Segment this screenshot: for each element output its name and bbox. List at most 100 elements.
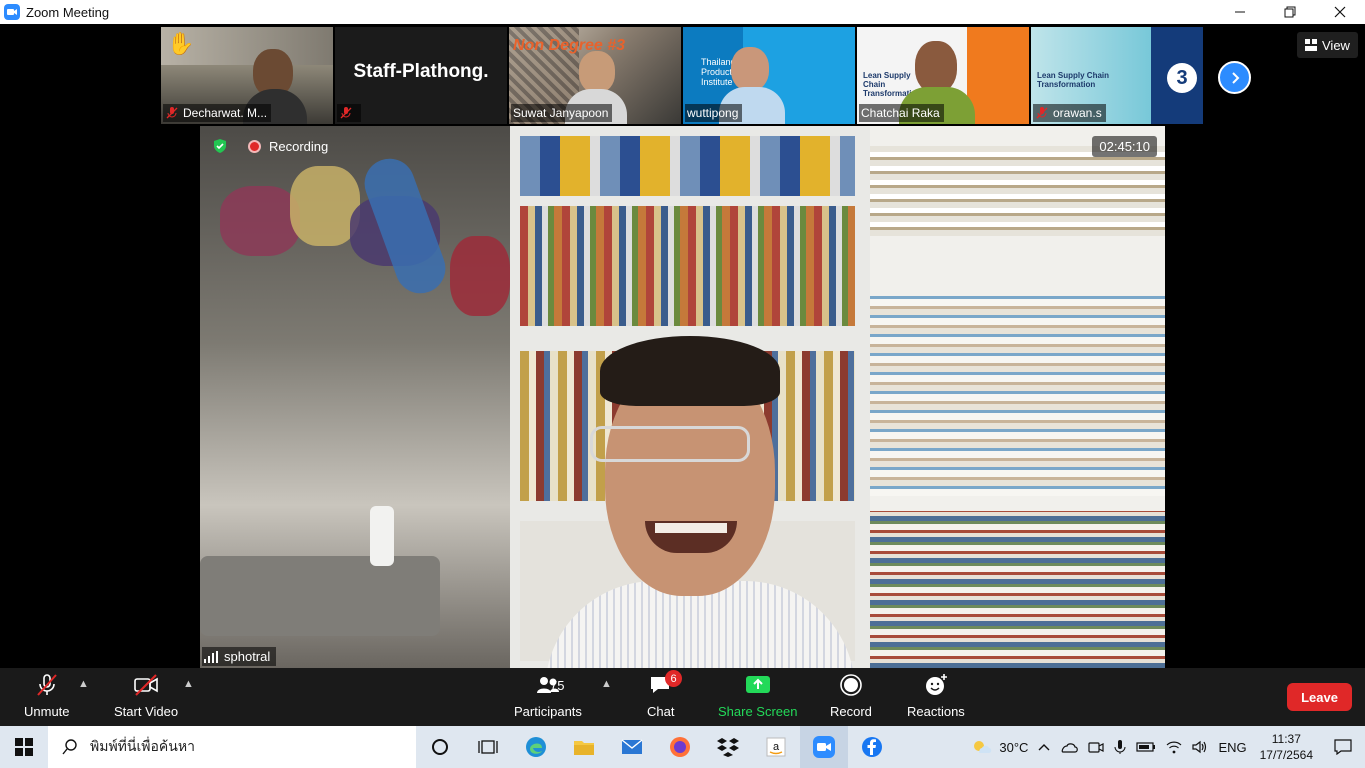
- participant-tile[interactable]: Staff-Plathong.: [335, 27, 507, 124]
- raised-hand-icon: ✋: [167, 31, 195, 56]
- shield-check-icon[interactable]: [212, 138, 228, 154]
- unmute-label: Unmute: [24, 704, 70, 719]
- speaker-volume-icon: [1192, 740, 1207, 754]
- camera-icon: [1088, 742, 1105, 753]
- svg-text:a: a: [773, 741, 780, 753]
- volume-tray[interactable]: [1187, 726, 1213, 768]
- taskbar-search-box[interactable]: พิมพ์ที่นี่เพื่อค้นหา: [48, 726, 416, 768]
- next-page-button[interactable]: [1218, 61, 1251, 94]
- close-button[interactable]: [1315, 0, 1365, 24]
- gallery-strip: ✋ Decharwat. M... Staff-Plathong. Non De…: [161, 27, 1204, 124]
- taskbar-dropbox[interactable]: [704, 726, 752, 768]
- participants-button[interactable]: 75 Participants: [514, 672, 582, 719]
- muted-mic-icon: [340, 107, 352, 119]
- meeting-timer: 02:45:10: [1092, 136, 1157, 157]
- minimize-button[interactable]: [1215, 0, 1265, 24]
- wifi-icon: [1167, 741, 1182, 754]
- battery-tray[interactable]: [1131, 726, 1161, 768]
- taskbar-facebook[interactable]: [848, 726, 896, 768]
- firefox-icon: [670, 737, 690, 757]
- clock-date: 17/7/2564: [1259, 748, 1313, 762]
- active-speaker-video[interactable]: Recording 02:45:10 sphotral: [200, 126, 1165, 668]
- search-icon: [62, 739, 77, 755]
- unmute-button[interactable]: Unmute: [24, 672, 70, 719]
- chevron-right-icon: [1231, 71, 1239, 84]
- search-placeholder: พิมพ์ที่นี่เพื่อค้นหา: [90, 738, 195, 754]
- participant-tile[interactable]: Lean Supply Chain Transformation Chatcha…: [857, 27, 1029, 124]
- weather-temperature: 30°C: [999, 739, 1029, 755]
- leave-button[interactable]: Leave: [1287, 683, 1352, 711]
- muted-mic-icon: [166, 107, 178, 119]
- taskbar-firefox[interactable]: [656, 726, 704, 768]
- taskbar-mail[interactable]: [608, 726, 656, 768]
- participant-name: orawan.s: [1053, 106, 1102, 120]
- weather-sun-cloud-icon: [974, 741, 992, 753]
- restore-button[interactable]: [1265, 0, 1315, 24]
- notification-icon: [1334, 739, 1352, 755]
- taskbar-amazon[interactable]: a: [752, 726, 800, 768]
- participant-display-name: Staff-Plathong.: [353, 61, 489, 82]
- slide-text: Lean Supply Chain Transformation: [1037, 71, 1110, 89]
- amazon-icon: a: [766, 737, 786, 757]
- action-center-button[interactable]: [1321, 726, 1365, 768]
- view-label: View: [1322, 37, 1350, 53]
- zoom-icon: [813, 736, 835, 758]
- participants-options-caret-icon[interactable]: ▲: [601, 678, 612, 690]
- taskbar-zoom[interactable]: [800, 726, 848, 768]
- taskbar-clock[interactable]: 11:37 17/7/2564: [1252, 731, 1321, 763]
- meet-now-tray[interactable]: [1083, 726, 1109, 768]
- wifi-tray[interactable]: [1161, 726, 1187, 768]
- taskbar-edge[interactable]: [512, 726, 560, 768]
- onedrive-tray[interactable]: [1055, 726, 1083, 768]
- title-bar: Zoom Meeting: [0, 0, 1365, 24]
- participant-tile[interactable]: ✋ Decharwat. M...: [161, 27, 333, 124]
- windows-logo-icon: [15, 738, 33, 756]
- facebook-icon: [862, 737, 882, 757]
- recording-dot-icon: [248, 139, 261, 153]
- task-view-button[interactable]: [464, 726, 512, 768]
- chat-unread-badge: 6: [665, 670, 682, 687]
- speaker-name: sphotral: [224, 649, 271, 664]
- record-icon: [840, 674, 862, 696]
- task-view-icon: [478, 740, 498, 754]
- participant-name: Chatchai Raka: [861, 106, 940, 120]
- share-screen-icon: [745, 676, 770, 693]
- share-screen-button[interactable]: Share Screen: [718, 672, 798, 719]
- cortana-button[interactable]: [416, 726, 464, 768]
- recording-label: Recording: [269, 138, 329, 154]
- reactions-button[interactable]: Reactions: [907, 672, 965, 719]
- weather-widget[interactable]: 30°C: [966, 726, 1033, 768]
- muted-mic-icon: [37, 674, 57, 696]
- meeting-area: ✋ Decharwat. M... Staff-Plathong. Non De…: [0, 24, 1365, 668]
- audio-options-caret-icon[interactable]: ▲: [78, 678, 89, 690]
- chat-button[interactable]: 6 Chat: [647, 670, 682, 719]
- dropbox-icon: [717, 738, 739, 757]
- participant-name: Decharwat. M...: [183, 106, 268, 120]
- battery-icon: [1136, 742, 1156, 752]
- window-title: Zoom Meeting: [26, 4, 110, 20]
- participants-count: 75: [550, 678, 565, 693]
- windows-start-button[interactable]: [0, 726, 48, 768]
- slide-text: Non Degree #3: [513, 37, 626, 54]
- edge-browser-icon: [526, 737, 546, 757]
- os-taskbar: พิมพ์ที่นี่เพื่อค้นหา a 30°C ENG 11:37 1…: [0, 726, 1365, 768]
- participant-tile[interactable]: Thailand Productivity Institute wuttipon…: [683, 27, 855, 124]
- tray-overflow-button[interactable]: [1033, 726, 1055, 768]
- zoom-app-icon: [4, 4, 20, 20]
- view-button[interactable]: View: [1297, 32, 1358, 58]
- chevron-up-icon: [1038, 744, 1050, 751]
- meeting-toolbar: Unmute ▲ Start Video ▲ 75 Participants ▲…: [0, 668, 1365, 726]
- start-video-label: Start Video: [114, 704, 179, 719]
- taskbar-file-explorer[interactable]: [560, 726, 608, 768]
- start-video-button[interactable]: Start Video: [114, 672, 178, 719]
- participant-tile[interactable]: Non Degree #3 Suwat Janyapoon: [509, 27, 681, 124]
- cloud-icon: [1062, 743, 1079, 753]
- input-language[interactable]: ENG: [1213, 726, 1251, 768]
- record-button[interactable]: Record: [830, 672, 872, 719]
- signal-strength-icon: [204, 650, 218, 663]
- microphone-tray[interactable]: [1109, 726, 1131, 768]
- video-off-icon: [134, 674, 158, 696]
- participant-tile[interactable]: 3 Lean Supply Chain Transformation orawa…: [1031, 27, 1203, 124]
- video-options-caret-icon[interactable]: ▲: [183, 678, 194, 690]
- smiley-plus-icon: [925, 674, 947, 695]
